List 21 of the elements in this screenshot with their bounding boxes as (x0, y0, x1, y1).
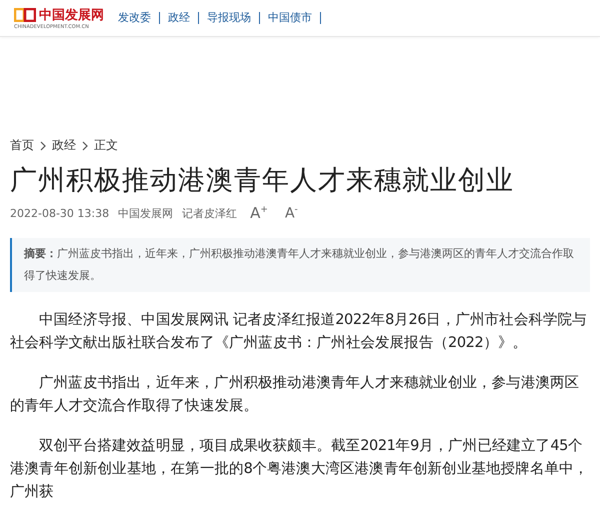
nav-link[interactable]: 政经 (160, 12, 199, 24)
summary-text: 摘要：广州蓝皮书指出，近年来，广州积极推动港澳青年人才来穗就业创业，参与港澳两区的青年人才交流合作取得了快速发展。 (24, 247, 574, 282)
breadcrumb-link[interactable]: 首页 (10, 137, 34, 154)
logo-icon (14, 8, 36, 22)
breadcrumb-link[interactable]: 政经 (52, 137, 76, 154)
font-increase-button[interactable]: A$^{+}$ (246, 204, 272, 222)
chevron-icon (40, 140, 46, 150)
nav-link[interactable]: 中国债市 (260, 12, 321, 24)
font-decrease-button[interactable]: A$^{-}$ (280, 204, 302, 222)
source-text: 中国发展网 (118, 206, 174, 220)
author-text: 记者皮泽红 (182, 206, 238, 220)
nav-link[interactable]: 导报现场 (199, 12, 260, 24)
chevron-icon (82, 140, 88, 150)
article-paragraph: 广州蓝皮书指出，近年来，广州积极推动港澳青年人才来穗就业创业，参与港澳两区的青年人才交流合作取得了快速发展。 (10, 374, 580, 416)
breadcrumb-link[interactable]: 正文 (94, 137, 118, 154)
nav-link[interactable]: 发改委 (110, 12, 160, 24)
article-paragraph: 中国经济导报、中国发展网讯 记者皮泽红报道2022年8月26日，广州市社会科学院与社会科学文献出版社联合发布了《广州蓝皮书：广州社会发展报告（2022）》。 (10, 310, 588, 353)
publish-date: 2022-08-30 13:38 (10, 206, 110, 220)
logo-text: 中国发展网 (39, 7, 104, 24)
article-paragraph: 双创平台搭建效益明显，项目成果收获颇丰。截至2021年9月，广州已经建立了45个港澳青年创新创业基地，在第一批的8个粤港澳大湾区港澳青年创新创业基地授牌名单中，广州获 (10, 436, 590, 502)
article-title: 广州积极推动港澳青年人才来穗就业创业 (10, 164, 515, 198)
